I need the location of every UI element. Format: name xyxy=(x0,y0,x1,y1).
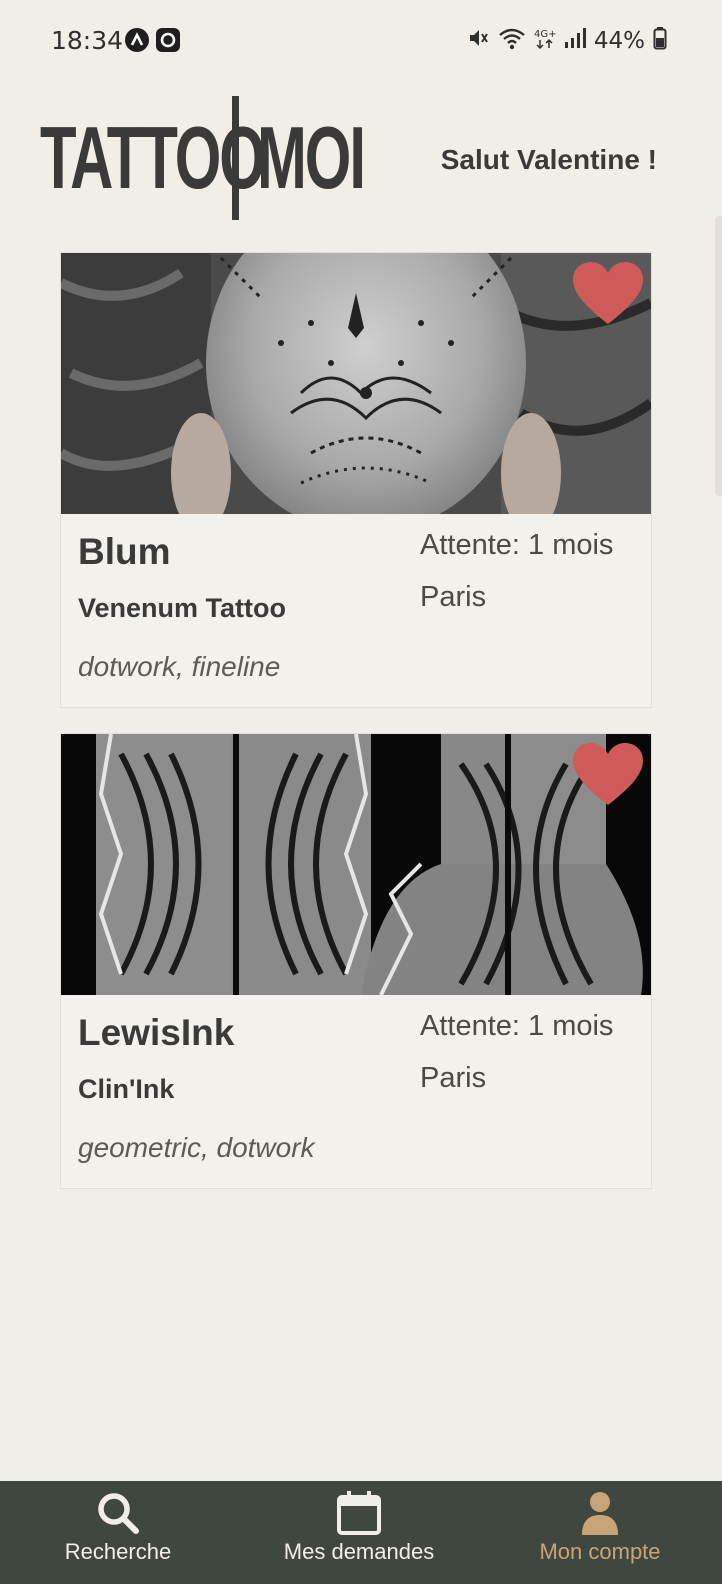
status-time: 18:34 xyxy=(51,26,124,55)
tattoo-styles: dotwork, fineline xyxy=(78,651,281,682)
4g-icon: 4G+ xyxy=(534,26,556,56)
app-logo: TATTOO MOI xyxy=(40,96,414,220)
tattoo-styles: geometric, dotwork xyxy=(78,1132,315,1163)
nav-item-recherche[interactable]: Recherche xyxy=(18,1481,218,1584)
nav-label-mon-compte: Mon compte xyxy=(539,1539,661,1564)
studio-name: Venenum Tattoo xyxy=(78,593,287,623)
waiting-time: Attente: 1 mois xyxy=(420,529,614,561)
nav-label-recherche: Recherche xyxy=(64,1539,172,1564)
artist-city: Paris xyxy=(420,581,487,613)
user-icon xyxy=(576,1489,624,1537)
artist-name: LewisInk xyxy=(78,1012,235,1053)
tattoo-photo[interactable] xyxy=(61,734,651,995)
wifi-icon xyxy=(498,26,526,56)
nav-item-mon-compte[interactable]: Mon compte xyxy=(500,1481,700,1584)
nav-item-mes-demandes[interactable]: Mes demandes xyxy=(259,1481,459,1584)
mute-icon xyxy=(466,26,490,56)
artist-card[interactable]: Blum Venenum Tattoo dotwork, fineline At… xyxy=(60,252,652,708)
greeting: Salut Valentine ! xyxy=(440,144,657,175)
battery-icon xyxy=(653,26,667,56)
favorite-heart-icon[interactable] xyxy=(571,261,645,327)
signal-icon xyxy=(564,26,586,56)
camera-notification-icon xyxy=(156,28,180,52)
artist-card[interactable]: LewisInk Clin'Ink geometric, dotwork Att… xyxy=(60,733,652,1189)
nav-label-mes-demandes: Mes demandes xyxy=(283,1539,435,1564)
waiting-time: Attente: 1 mois xyxy=(420,1010,614,1042)
scrollbar[interactable] xyxy=(715,216,722,496)
status-indicators: 4G+ 44% xyxy=(466,26,667,56)
battery-percent: 44% xyxy=(593,28,645,54)
search-icon xyxy=(94,1489,142,1537)
studio-name: Clin'Ink xyxy=(78,1074,175,1104)
artist-city: Paris xyxy=(420,1062,487,1094)
tattoo-photo-geometric-image xyxy=(61,734,651,995)
tattoo-photo-head-image xyxy=(61,253,651,514)
svg-text:4G+: 4G+ xyxy=(534,29,556,40)
artist-name: Blum xyxy=(78,531,171,572)
bottom-navigation: Recherche Mes demandes Mon compte xyxy=(0,1481,722,1584)
logo-text-tattoo: TATTOO xyxy=(40,108,266,207)
tattoo-photo[interactable] xyxy=(61,253,651,514)
calendar-icon xyxy=(335,1489,383,1537)
favorite-heart-icon[interactable] xyxy=(571,742,645,808)
logo-text-moi: MOI xyxy=(257,108,366,207)
status-bar: 18:34 4G+ 44% xyxy=(0,0,722,82)
app-notification-icon xyxy=(125,28,149,52)
